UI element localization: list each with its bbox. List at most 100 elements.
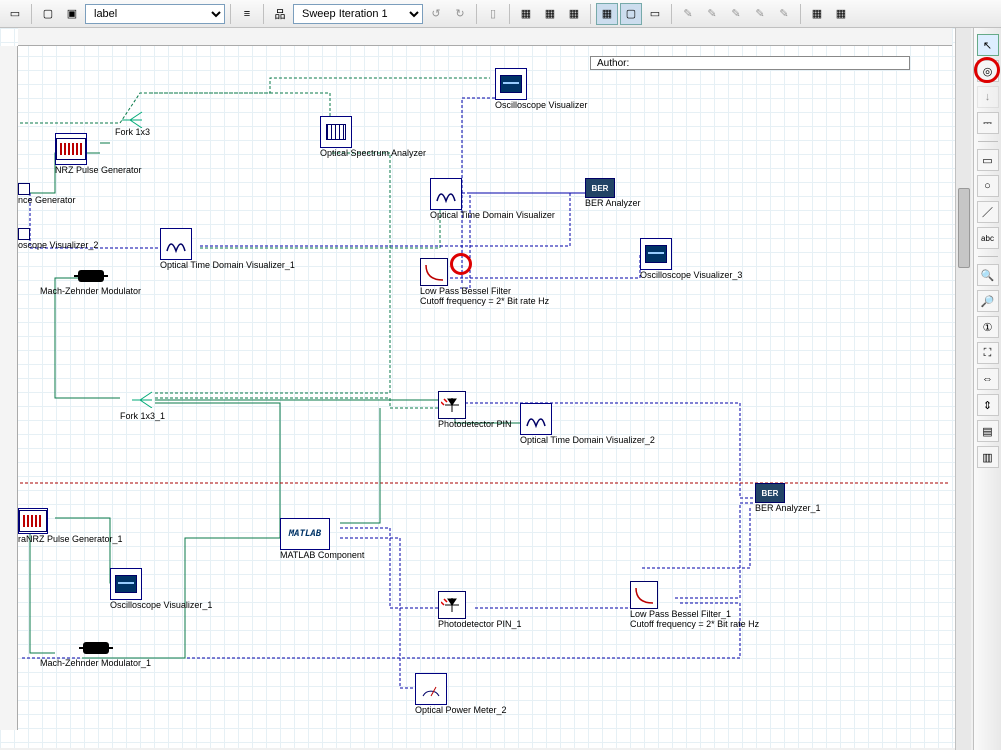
oscope-visualizer-2-block[interactable]: oscope Visualizer_2 [18,228,98,250]
down-tool-icon[interactable]: ↓ [977,86,999,108]
export-icon[interactable]: ▦ [830,3,852,25]
separator [230,4,231,24]
waveform-icon [525,410,547,428]
separator [263,4,264,24]
zoom-in-icon[interactable]: 🔍 [977,264,999,286]
align-2-icon[interactable]: ▥ [977,446,999,468]
otdv-block[interactable]: Optical Time Domain Visualizer [430,178,555,220]
fork-1x3-block[interactable]: Fork 1x3 [115,108,150,141]
view2-icon[interactable]: ▣ [61,3,83,25]
separator [800,4,801,24]
modulator-icon [83,642,109,654]
pulse-icon [19,510,47,532]
layers-icon[interactable]: ≡ [236,3,258,25]
design-canvas[interactable]: Author: NRZ Pulse Generator [0,28,970,748]
script3-icon[interactable]: ✎ [725,3,747,25]
script5-icon[interactable]: ✎ [773,3,795,25]
separator [978,256,998,257]
blank-icon[interactable]: ▭ [644,3,666,25]
waveform-icon [165,235,187,253]
main-toolbar: ▭ ▢ ▣ label ≡ 品 Sweep Iteration 1 ↺ ↻ ▯ … [0,0,1001,28]
oscilloscope-icon [500,75,522,93]
text-tool-icon[interactable]: abc [977,227,999,249]
bessel-icon [420,258,448,286]
label-combo[interactable]: label [85,4,225,24]
separator [31,4,32,24]
photodiode-icon [438,591,466,619]
snap-icon[interactable]: ▢ [620,3,642,25]
disp2-icon[interactable]: ▦ [539,3,561,25]
ber-analyzer-block[interactable]: BER BER Analyzer [585,178,641,208]
hlock-icon[interactable]: ⇔ [977,368,999,390]
separator [476,4,477,24]
script4-icon[interactable]: ✎ [749,3,771,25]
mzm-2-block[interactable]: Mach-Zehnder Modulator_1 [40,638,151,668]
matlab-icon: MATLAB [289,529,322,539]
photodiode-icon [438,391,466,419]
pointer-tool-icon[interactable]: ↖ [977,34,999,56]
opm-2-block[interactable]: Optical Power Meter_2 [415,673,507,715]
grid-on-icon[interactable]: ▦ [596,3,618,25]
panel-icon[interactable]: ▯ [482,3,504,25]
gen-icon [18,183,30,195]
view1-icon[interactable]: ▢ [37,3,59,25]
script2-icon[interactable]: ✎ [701,3,723,25]
highlight-circle [974,57,1000,83]
ruler-horizontal [18,28,952,46]
oscilloscope-icon [115,575,137,593]
author-field: Author: [590,56,910,70]
zoom-1-icon[interactable]: ① [977,316,999,338]
link-back-icon[interactable]: ↺ [425,3,447,25]
otdv-2-block[interactable]: Optical Time Domain Visualizer_2 [520,403,655,445]
vlock-icon[interactable]: ⇕ [977,394,999,416]
matlab-block[interactable]: MATLAB MATLAB Component [280,518,364,560]
powermeter-icon [420,680,442,698]
fork-icon [120,388,165,411]
ber-analyzer-1-block[interactable]: BER BER Analyzer_1 [755,483,821,513]
osa-block[interactable]: Optical Spectrum Analyzer [320,116,426,158]
wires-tool-icon[interactable]: ⎓ [977,112,999,134]
lpbf-block[interactable]: Low Pass Bessel Filter Cutoff frequency … [420,258,549,306]
otdv-1-block[interactable]: Optical Time Domain Visualizer_1 [160,228,295,270]
oscilloscope-icon [645,245,667,263]
tree-icon[interactable]: 品 [269,3,291,25]
vertical-scrollbar[interactable] [955,28,971,750]
nrz-2-block[interactable]: raNRZ Pulse Generator_1 [18,508,123,544]
scope-small-icon [18,228,30,240]
highlight-circle [450,253,472,275]
sweep-combo[interactable]: Sweep Iteration 1 [293,4,423,24]
nce-generator-block[interactable]: nce Generator [18,183,76,205]
scope-visualizer-3-block[interactable]: Oscilloscope Visualizer_3 [640,238,742,280]
ber-icon: BER [585,178,615,198]
ruler-vertical [0,46,18,730]
zoom-fit-icon[interactable]: ⛶ [977,342,999,364]
report-icon[interactable]: ▦ [806,3,828,25]
separator [590,4,591,24]
zoom-out-icon[interactable]: 🔎 [977,290,999,312]
separator [671,4,672,24]
bessel-icon [630,581,658,609]
fork-1x3-1-block[interactable]: Fork 1x3_1 [120,388,165,421]
align-1-icon[interactable]: ▤ [977,420,999,442]
separator [509,4,510,24]
scope-visualizer-block[interactable]: Oscilloscope Visualizer [495,68,587,110]
disp3-icon[interactable]: ▦ [563,3,585,25]
photodetector-pin-1-block[interactable]: Photodetector PIN_1 [438,591,522,629]
link-fwd-icon[interactable]: ↻ [449,3,471,25]
separator [978,141,998,142]
lpbf-1-block[interactable]: Low Pass Bessel Filter_1 Cutoff frequenc… [630,581,759,629]
modulator-icon [78,270,104,282]
rect-tool-icon[interactable]: ▭ [977,149,999,171]
window-fit-icon[interactable]: ▭ [4,3,26,25]
scope-visualizer-1-block[interactable]: Oscilloscope Visualizer_1 [110,568,212,610]
waveform-icon [435,185,457,203]
spectrum-icon [326,124,346,140]
disp1-icon[interactable]: ▦ [515,3,537,25]
script1-icon[interactable]: ✎ [677,3,699,25]
circle-tool-icon[interactable]: ○ [977,175,999,197]
line-tool-icon[interactable]: ／ [977,201,999,223]
ber-icon: BER [755,483,785,503]
scroll-thumb[interactable] [958,188,970,268]
photodetector-pin-block[interactable]: Photodetector PIN [438,391,512,429]
mzm-block[interactable]: Mach-Zehnder Modulator [40,266,141,296]
